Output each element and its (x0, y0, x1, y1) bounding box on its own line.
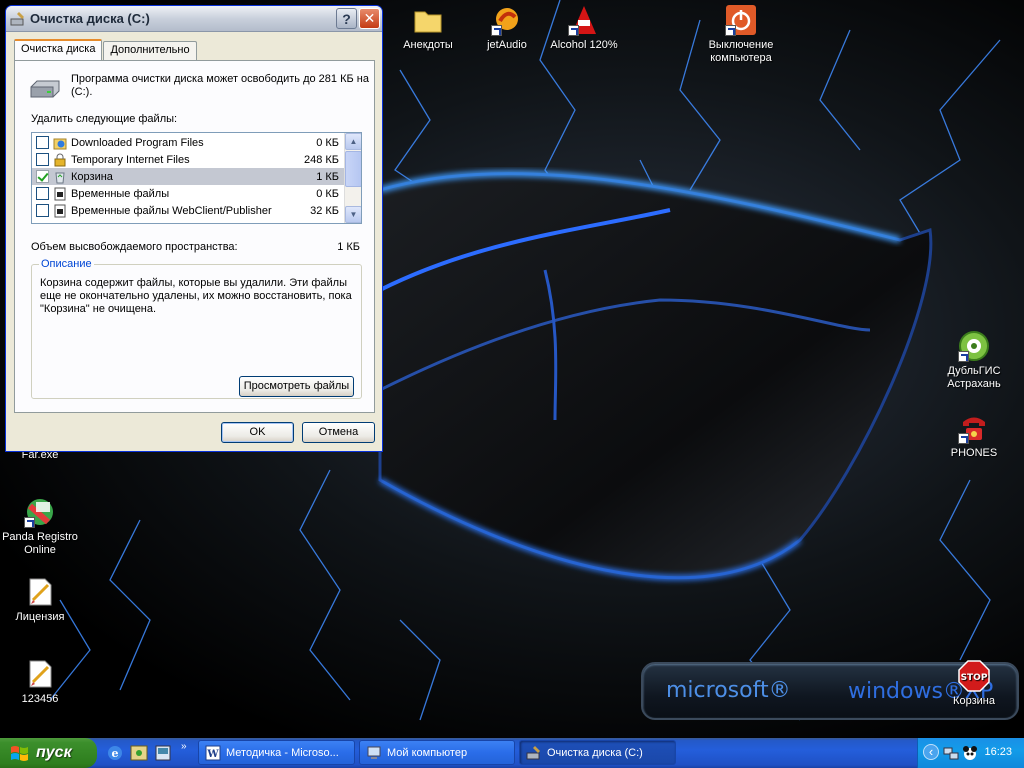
disk-cleanup-icon (526, 745, 540, 759)
description-group: Описание Корзина содержит файлы, которые… (31, 258, 362, 399)
task-word[interactable]: W Методичка - Microso... (198, 740, 355, 765)
desktop-icon-123456[interactable]: 123456 (0, 658, 80, 706)
start-label: пуск (36, 744, 72, 761)
system-tray: ‹ 16:23 (917, 738, 1024, 768)
ie-quicklaunch-icon[interactable]: e (106, 744, 124, 762)
ok-button[interactable]: OK (221, 422, 294, 443)
view-files-button[interactable]: Просмотреть файлы (239, 376, 354, 397)
file-list-scrollbar[interactable]: ▲ ▼ (344, 133, 361, 223)
jetaudio-icon (491, 4, 523, 36)
info-row: Программа очистки диска может освободить… (29, 73, 371, 101)
file-checkbox[interactable] (36, 153, 49, 166)
panda-icon (24, 496, 56, 528)
network-icon[interactable] (943, 745, 959, 761)
alcohol-icon (568, 4, 600, 36)
svg-text:W: W (206, 749, 219, 760)
file-checkbox[interactable] (36, 136, 49, 149)
file-checkbox[interactable] (36, 187, 49, 200)
quicklaunch-more-icon[interactable]: » (181, 741, 187, 752)
tab-panel: Программа очистки диска может освободить… (14, 60, 375, 413)
file-checkbox[interactable] (36, 170, 49, 183)
file-row-temp-files[interactable]: Временные файлы 0 КБ (32, 185, 345, 202)
disk-cleanup-window: Очистка диска (C:) ? ✕ Очистка диска Доп… (5, 5, 383, 452)
document-icon (24, 576, 56, 608)
description-title: Описание (39, 258, 94, 270)
file-row-recycle-bin[interactable]: Корзина 1 КБ (32, 168, 345, 185)
shortcut-arrow-icon (958, 351, 969, 362)
tab-strip: Очистка диска Дополнительно (14, 39, 198, 60)
shortcut-arrow-icon (958, 433, 969, 444)
svg-text:e: e (112, 747, 119, 760)
brand-microsoft: microsoft® (666, 678, 791, 703)
computer-icon (367, 746, 381, 759)
tray-expand-icon[interactable]: ‹ (923, 744, 939, 760)
file-row-downloaded[interactable]: Downloaded Program Files 0 КБ (32, 134, 345, 151)
scroll-up-icon[interactable]: ▲ (345, 133, 361, 150)
start-button[interactable]: пуск (0, 738, 97, 768)
scroll-thumb[interactable] (345, 151, 361, 187)
info-text: Программа очистки диска может освободить… (71, 73, 369, 98)
power-icon (725, 4, 757, 36)
desktop-icon-shutdown[interactable]: Выключение компьютера (701, 4, 781, 65)
tab-more-options[interactable]: Дополнительно (103, 41, 197, 60)
window-title: Очистка диска (C:) (30, 11, 150, 26)
help-button[interactable]: ? (336, 8, 357, 29)
disk-cleanup-icon (10, 11, 24, 25)
tab-disk-cleanup[interactable]: Очистка диска (14, 39, 103, 60)
lock-icon (54, 153, 66, 166)
task-my-computer[interactable]: Мой компьютер (359, 740, 515, 765)
temp-file-icon (54, 187, 66, 200)
hard-drive-icon (30, 80, 60, 98)
dublgis-icon (958, 330, 990, 362)
title-bar[interactable]: Очистка диска (C:) ? ✕ (6, 6, 382, 32)
taskbar: пуск e » W Методичка - Microso... Мой ко… (0, 738, 1024, 768)
desktop-quicklaunch-icon[interactable] (130, 744, 148, 762)
desktop-icon-panda[interactable]: Panda Registro Online (0, 496, 80, 557)
folder-icon (412, 4, 444, 36)
temp-file-icon (54, 204, 66, 217)
shortcut-arrow-icon (491, 25, 502, 36)
desktop-icon-jetaudio[interactable]: jetAudio (467, 4, 547, 52)
desktop-icon-alcohol[interactable]: Alcohol 120% (544, 4, 624, 52)
desktop-icon-license[interactable]: Лицензия (0, 576, 80, 624)
delete-files-label: Удалить следующие файлы: (31, 113, 178, 125)
word-icon: W (205, 745, 221, 760)
windows-flag-icon (11, 746, 28, 761)
description-text: Корзина содержит файлы, которые вы удали… (40, 277, 352, 315)
task-disk-cleanup[interactable]: Очистка диска (C:) (519, 740, 676, 765)
svg-text:STOP: STOP (961, 673, 988, 683)
free-space-label: Объем высвобождаемого пространства: (31, 241, 238, 253)
stop-recycle-icon: STOP (958, 660, 990, 692)
shortcut-arrow-icon (568, 25, 579, 36)
document-icon (24, 658, 56, 690)
cancel-button[interactable]: Отмена (302, 422, 375, 443)
ie-folder-icon (53, 138, 67, 149)
desktop-icon-phones[interactable]: PHONES (934, 412, 1014, 460)
shortcut-arrow-icon (725, 25, 736, 36)
telephone-icon (958, 412, 990, 444)
shortcut-arrow-icon (24, 517, 35, 528)
scroll-down-icon[interactable]: ▼ (345, 206, 361, 223)
recycle-bin-icon (55, 172, 65, 183)
file-row-temp-internet[interactable]: Temporary Internet Files 248 КБ (32, 151, 345, 168)
free-space-value: 1 КБ (337, 241, 360, 253)
desktop-icon-recycle[interactable]: STOP Корзина (934, 660, 1014, 708)
desktop-icon-dublgis[interactable]: ДубльГИС Астрахань (934, 330, 1014, 391)
close-button[interactable]: ✕ (359, 8, 380, 29)
media-quicklaunch-icon[interactable] (154, 744, 172, 762)
clock[interactable]: 16:23 (984, 746, 1012, 758)
file-checkbox[interactable] (36, 204, 49, 217)
file-row-webclient[interactable]: Временные файлы WebClient/Publisher 32 К… (32, 202, 345, 219)
file-list[interactable]: Downloaded Program Files 0 КБ Temporary … (31, 132, 362, 224)
panda-tray-icon[interactable] (962, 745, 978, 761)
desktop-icon-anekdoty[interactable]: Анекдоты (388, 4, 468, 52)
